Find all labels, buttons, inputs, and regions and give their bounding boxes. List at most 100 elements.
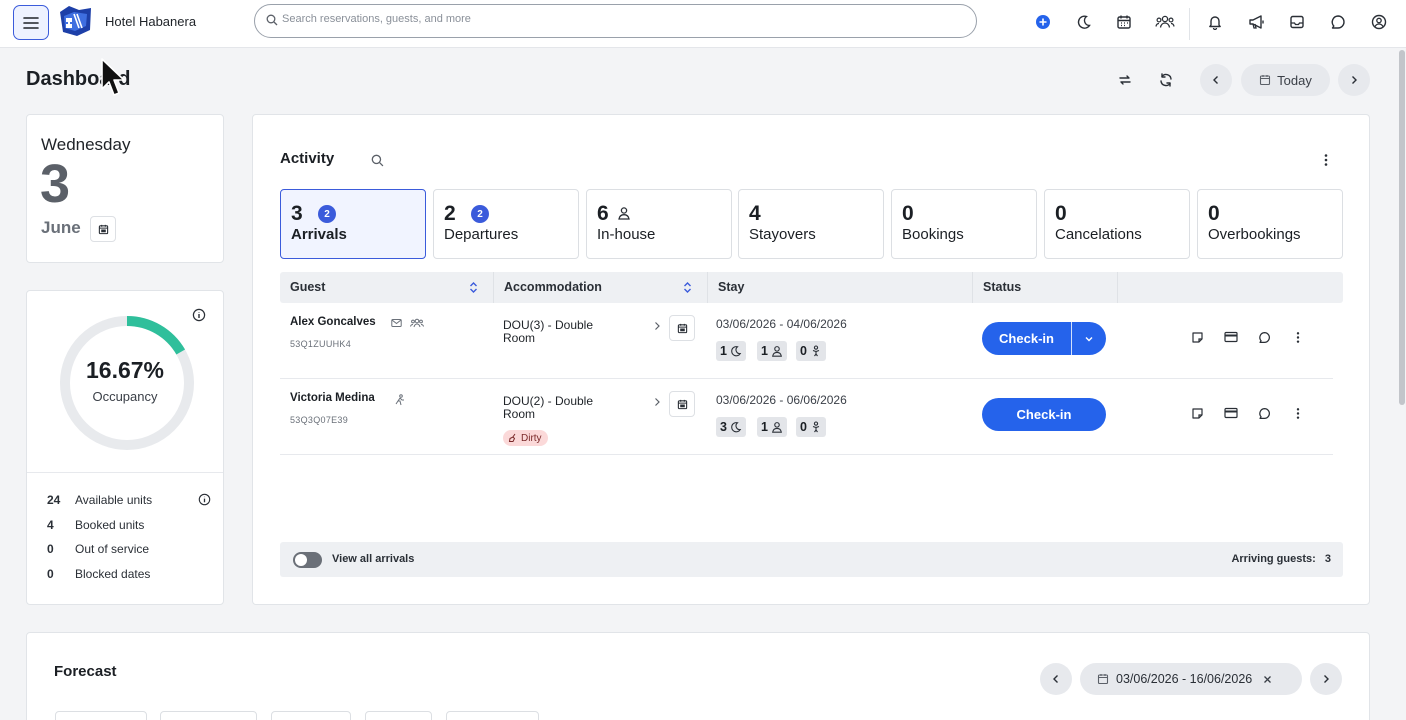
message-icon[interactable]	[1255, 328, 1273, 346]
page-scrollbar[interactable]	[1398, 48, 1406, 720]
arriving-guests-label: Arriving guests:	[1231, 553, 1316, 565]
tab-cancelations[interactable]: 0 Cancelations	[1044, 189, 1190, 259]
note-icon[interactable]	[1188, 404, 1206, 422]
more-vertical-icon[interactable]	[1321, 153, 1331, 167]
person-icon	[772, 422, 782, 433]
person-icon	[772, 346, 782, 357]
table-row[interactable]: Victoria Medina 53Q3Q07E39 DOU(2) - Doub…	[280, 379, 1333, 455]
close-icon[interactable]	[1263, 675, 1272, 684]
info-icon[interactable]	[192, 308, 206, 322]
children-count: 0	[800, 420, 807, 434]
guest-name[interactable]: Victoria Medina	[290, 392, 375, 404]
check-in-options-button[interactable]	[1072, 322, 1106, 355]
search-input[interactable]	[282, 13, 942, 25]
occupancy-card: 16.67% Occupancy 24 Available units 4 Bo…	[26, 290, 224, 605]
calendar-icon[interactable]	[1114, 12, 1134, 32]
children-count: 0	[800, 344, 807, 358]
check-in-split-button: Check-in	[982, 322, 1106, 355]
forecast-tab[interactable]	[365, 711, 432, 720]
adults-chip: 1	[757, 341, 787, 361]
column-header-status[interactable]: Status	[983, 280, 1021, 294]
tab-label: Stayovers	[749, 226, 816, 243]
reservation-code: 53Q3Q07E39	[290, 415, 349, 425]
guest-name[interactable]: Alex Goncalves	[290, 316, 376, 328]
table-row[interactable]: Alex Goncalves 53Q1ZUUHK4 DOU(3) - Doubl…	[280, 303, 1333, 379]
view-all-arrivals-toggle[interactable]	[293, 552, 322, 568]
previous-day-button[interactable]	[1200, 64, 1232, 96]
room-status-label: Dirty	[521, 432, 542, 444]
sort-icon[interactable]	[683, 281, 692, 294]
forecast-tab[interactable]	[446, 711, 539, 720]
tab-overbookings[interactable]: 0 Overbookings	[1197, 189, 1343, 259]
tab-stayovers[interactable]: 4 Stayovers	[738, 189, 884, 259]
more-vertical-icon[interactable]	[1289, 404, 1307, 422]
hotel-logo[interactable]	[57, 4, 93, 38]
info-icon[interactable]	[198, 493, 211, 506]
sort-icon[interactable]	[469, 281, 478, 294]
arriving-guests: Arriving guests: 3	[1231, 553, 1331, 565]
room-calendar-button[interactable]	[669, 315, 695, 341]
forecast-next-button[interactable]	[1310, 663, 1342, 695]
tab-count: 2	[444, 202, 456, 225]
column-header-accommodation[interactable]: Accommodation	[504, 280, 602, 294]
chevron-right-icon[interactable]	[653, 321, 661, 331]
date-picker-button[interactable]	[90, 216, 116, 242]
stay-dates: 03/06/2026 - 06/06/2026	[716, 393, 847, 407]
menu-button[interactable]	[13, 5, 49, 40]
column-divider	[1117, 272, 1118, 303]
account-icon[interactable]	[1369, 12, 1389, 32]
tab-label: Bookings	[902, 226, 964, 243]
add-icon[interactable]	[1033, 12, 1053, 32]
accommodation-name: DOU(2) - Double Room	[503, 394, 594, 421]
tab-count: 0	[902, 202, 914, 225]
scrollbar-thumb[interactable]	[1399, 50, 1405, 405]
date-range-value: 03/06/2026 - 16/06/2026	[1116, 672, 1253, 686]
walk-in-icon	[395, 394, 404, 406]
reservation-code: 53Q1ZUUHK4	[290, 339, 352, 349]
room-calendar-button[interactable]	[669, 391, 695, 417]
forecast-tab[interactable]	[160, 711, 257, 720]
message-icon[interactable]	[1255, 404, 1273, 422]
date-card: Wednesday 3 June	[26, 114, 224, 263]
note-icon[interactable]	[1188, 328, 1206, 346]
occupancy-value: 16.67%	[85, 357, 164, 383]
megaphone-icon[interactable]	[1247, 12, 1267, 32]
nights-chip: 1	[716, 341, 746, 361]
column-header-stay[interactable]: Stay	[718, 280, 744, 294]
guests-icon[interactable]	[1155, 12, 1175, 32]
check-in-button[interactable]: Check-in	[982, 398, 1106, 431]
tab-in-house[interactable]: 6 In-house	[586, 189, 732, 259]
column-header-guest[interactable]: Guest	[290, 280, 325, 294]
arriving-guests-count: 3	[1324, 553, 1331, 565]
forecast-previous-button[interactable]	[1040, 663, 1072, 695]
forecast-date-range[interactable]: 03/06/2026 - 16/06/2026	[1080, 663, 1302, 695]
swap-icon[interactable]	[1114, 69, 1136, 91]
mouse-cursor-icon	[101, 58, 125, 96]
tab-label: In-house	[597, 226, 656, 243]
payment-card-icon[interactable]	[1222, 404, 1240, 422]
check-in-label: Check-in	[1016, 407, 1072, 422]
search-icon[interactable]	[371, 154, 384, 167]
tab-bookings[interactable]: 0 Bookings	[891, 189, 1037, 259]
tab-arrivals[interactable]: 3 2 Arrivals	[280, 189, 426, 259]
more-vertical-icon[interactable]	[1289, 328, 1307, 346]
chevron-right-icon[interactable]	[653, 397, 661, 407]
refresh-icon[interactable]	[1155, 69, 1177, 91]
bell-icon[interactable]	[1205, 12, 1225, 32]
next-day-button[interactable]	[1338, 64, 1370, 96]
chat-icon[interactable]	[1328, 12, 1348, 32]
forecast-tab[interactable]	[271, 711, 351, 720]
stat-label: Out of service	[75, 542, 150, 556]
stat-value: 4	[47, 518, 54, 532]
payment-card-icon[interactable]	[1222, 328, 1240, 346]
check-in-button[interactable]: Check-in	[982, 322, 1071, 355]
adults-count: 1	[761, 420, 768, 434]
global-search[interactable]	[254, 4, 977, 38]
tab-departures[interactable]: 2 2 Departures	[433, 189, 579, 259]
dark-mode-icon[interactable]	[1074, 12, 1094, 32]
today-button[interactable]: Today	[1241, 64, 1330, 96]
inbox-icon[interactable]	[1287, 12, 1307, 32]
forecast-tab[interactable]	[55, 711, 147, 720]
child-icon	[812, 345, 820, 357]
tab-count: 0	[1208, 202, 1220, 225]
